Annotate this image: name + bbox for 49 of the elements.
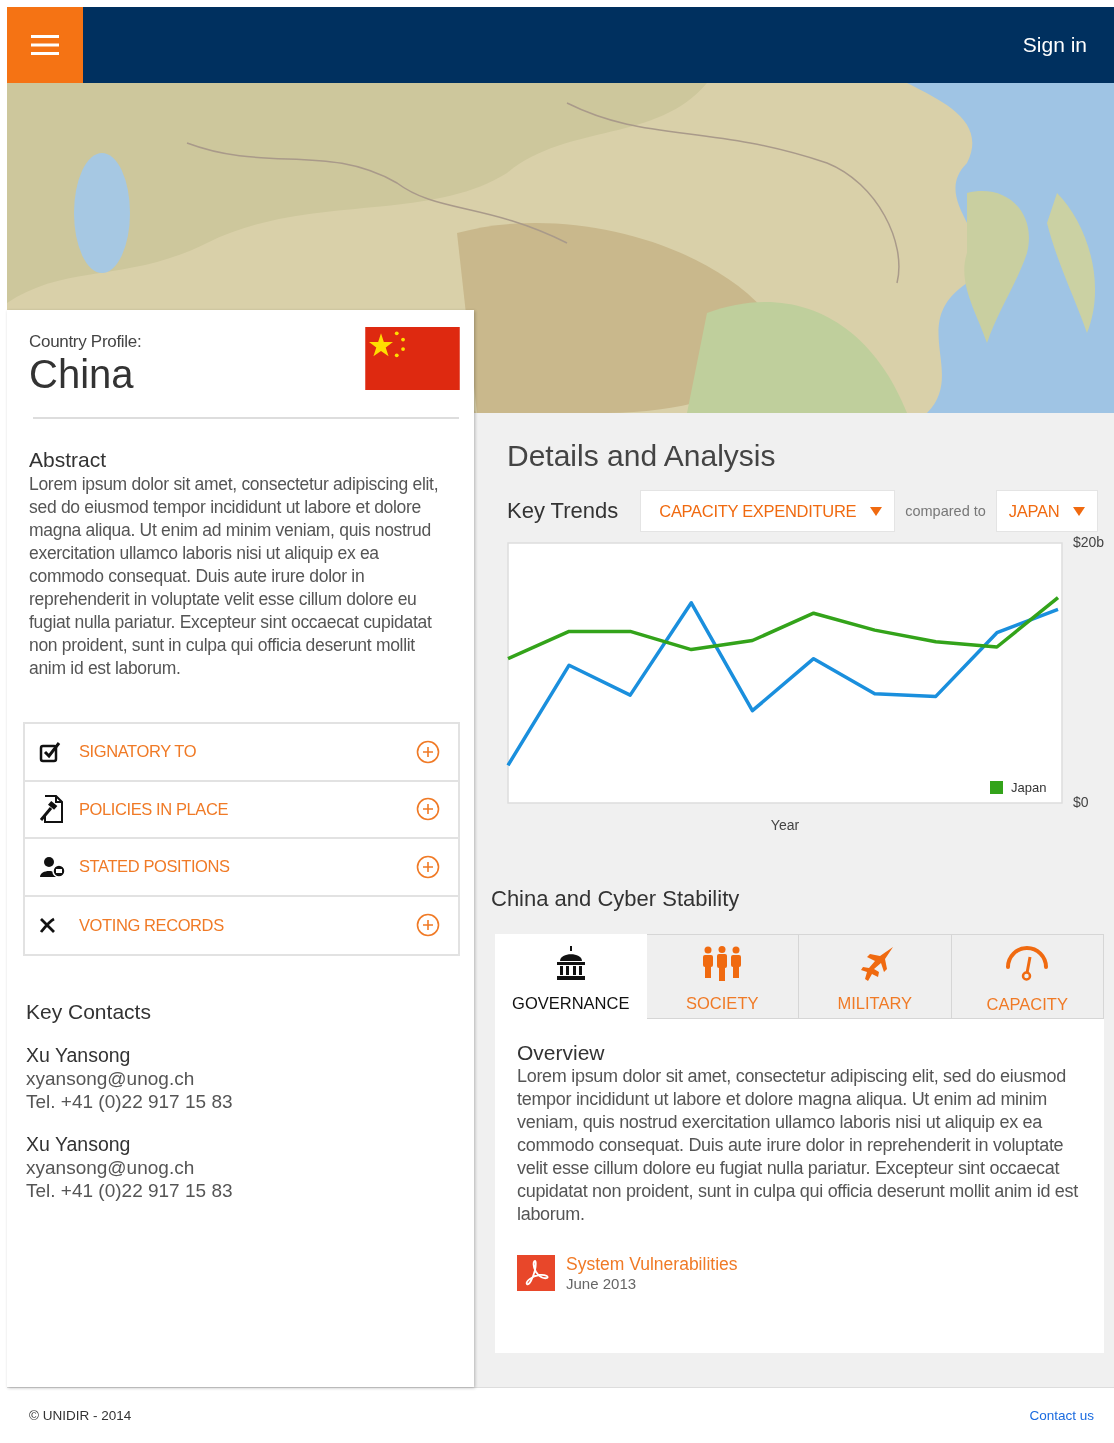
contact-phone: Tel. +41 (0)22 917 15 83 xyxy=(26,1090,234,1113)
pdf-icon xyxy=(517,1255,555,1291)
contact-name: Xu Yansong xyxy=(26,1044,132,1067)
document-link[interactable]: System Vulnerabilities xyxy=(566,1254,738,1275)
overview-heading: Overview xyxy=(517,1041,606,1065)
contact-name: Xu Yansong xyxy=(26,1133,132,1156)
capitol-icon xyxy=(554,946,587,982)
legend-swatch xyxy=(990,781,1003,794)
document-date: June 2013 xyxy=(566,1275,638,1292)
category-tab[interactable]: GOVERNANCE xyxy=(495,934,647,1019)
plus-circle-icon xyxy=(416,854,440,879)
contact-email[interactable]: xyansong@unog.ch xyxy=(26,1067,460,1090)
section-heading: China and Cyber Stability xyxy=(491,886,741,912)
legend-label: Japan xyxy=(1011,780,1047,795)
plus-circle-icon xyxy=(416,797,440,822)
cross-icon xyxy=(39,917,57,934)
overview-text: Lorem ipsum dolor sit amet, consectetur adipiscing elit, sed do eiusmod tempor incididunt ut labore et dolore magna aliqua. Ut enim ad minim veniam, quis nostrud exercitation ullamco laboris nisi ut aliquip ex ea commodo consequat. Duis aute irure dolor in reprehenderit in voluptate velit esse cillum dolore eu fugiat nulla pariatur. Excepteur sint occaecat cupidatat non proident, sunt in culpa qui officia deserunt mollit anim id est laborum. xyxy=(517,1065,1079,1226)
profile-label: Country Profile: xyxy=(29,332,142,352)
y-tick-label: $0 xyxy=(1073,793,1089,810)
gauge-icon xyxy=(1004,945,1051,983)
document-gavel-icon xyxy=(39,795,65,824)
abstract-heading: Abstract xyxy=(29,448,108,472)
compared-label: compared to xyxy=(905,503,986,519)
country-name: China xyxy=(29,352,135,396)
metric-dropdown[interactable]: CAPACITY EXPENDITURE xyxy=(640,490,896,532)
category-tab[interactable]: SOCIETY xyxy=(646,934,799,1019)
contact-link[interactable]: Contact us xyxy=(1029,1408,1094,1423)
contacts-heading: Key Contacts xyxy=(26,1000,152,1024)
section-heading: Details and Analysis xyxy=(507,439,777,473)
plus-circle-icon xyxy=(416,739,440,764)
people-icon xyxy=(702,946,743,982)
category-tab[interactable]: MILITARY xyxy=(799,934,952,1019)
contact-phone: Tel. +41 (0)22 917 15 83 xyxy=(26,1179,234,1202)
copyright-text: © UNIDIR - 2014 xyxy=(29,1408,132,1423)
abstract-text: Lorem ipsum dolor sit amet, consectetur adipiscing elit, sed do eiusmod tempor incididunt ut labore et dolore magna aliqua. Ut enim ad minim veniam, quis nostrud exercitation ullamco laboris nisi ut aliquip ex ea commodo consequat. Duis aute irure dolor in reprehenderit in voluptate velit esse cillum dolore eu fugiat nulla pariatur. Excepteur sint occaecat cupidatat non proident, sunt in culpa qui officia deserunt mollit anim id est laborum. xyxy=(29,473,440,680)
plus-circle-icon xyxy=(416,913,440,938)
menu-button[interactable] xyxy=(7,7,83,83)
key-trends-label: Key Trends xyxy=(507,498,619,524)
person-icon xyxy=(39,855,67,878)
menu-icon xyxy=(31,34,59,56)
checkbox-icon xyxy=(39,740,61,763)
contact-email[interactable]: xyansong@unog.ch xyxy=(26,1156,460,1179)
caret-icon xyxy=(1073,506,1086,516)
caret-icon xyxy=(870,506,883,516)
sign-in-link[interactable]: Sign in xyxy=(1022,33,1087,57)
country-dropdown[interactable]: JAPAN xyxy=(995,490,1099,532)
category-tab[interactable]: CAPACITY xyxy=(951,934,1104,1019)
y-tick-label: $20b xyxy=(1073,533,1105,550)
x-axis-label: Year xyxy=(770,817,800,833)
